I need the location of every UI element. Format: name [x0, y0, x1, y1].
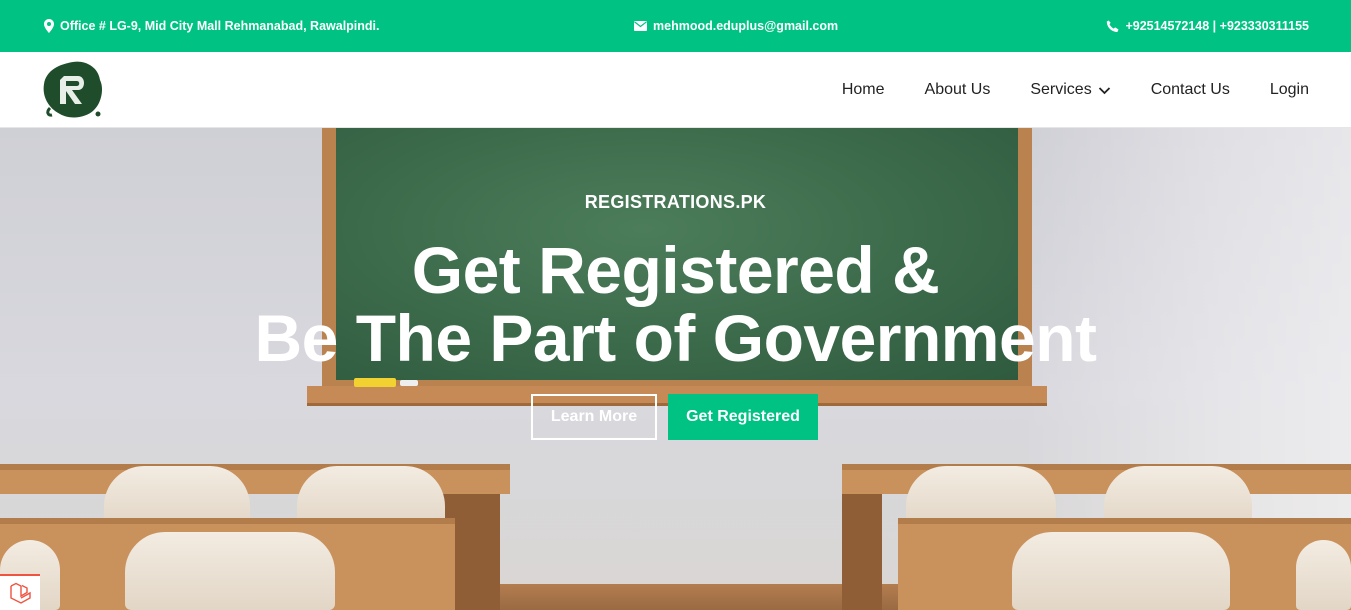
envelope-icon	[634, 21, 647, 31]
hero-title-line-2: Be The Part of Government	[254, 301, 1098, 375]
get-registered-button[interactable]: Get Registered	[668, 394, 818, 440]
nav-contact-us[interactable]: Contact Us	[1151, 81, 1230, 99]
chair-left-back-2	[297, 466, 445, 526]
email-text[interactable]: mehmood.eduplus@gmail.com	[653, 19, 838, 33]
chalk-yellow	[354, 378, 396, 387]
map-marker-icon	[44, 19, 54, 33]
office-address: Office # LG-9, Mid City Mall Rehmanabad,…	[44, 0, 380, 52]
hero-title: Get Registered & Be The Part of Governme…	[0, 236, 1351, 372]
email-contact[interactable]: mehmood.eduplus@gmail.com	[634, 0, 838, 52]
phone-contact[interactable]: +92514572148 | +923330311155	[1106, 0, 1309, 52]
chalk-white	[400, 380, 418, 386]
desk-right-back-side	[842, 494, 882, 610]
nav-about-us[interactable]: About Us	[925, 81, 991, 99]
nav-login[interactable]: Login	[1270, 81, 1309, 99]
laravel-debug-icon[interactable]	[0, 574, 40, 610]
nav-home[interactable]: Home	[842, 81, 885, 99]
hero-section: REGISTRATIONS.PK Get Registered & Be The…	[0, 128, 1351, 610]
chevron-down-icon	[1098, 84, 1111, 97]
phone-icon	[1106, 20, 1119, 33]
chair-right-back-2	[1104, 466, 1252, 526]
nav-services-label: Services	[1030, 81, 1092, 98]
chair-right-front-2	[1296, 540, 1351, 610]
nav-menu: Home About Us Services Contact Us Login	[842, 52, 1309, 128]
hero-title-line-1: Get Registered &	[411, 233, 940, 307]
chair-left-front-1	[125, 532, 335, 610]
chair-right-back-1	[906, 466, 1056, 526]
nav-services[interactable]: Services	[1030, 81, 1110, 99]
top-info-bar: Office # LG-9, Mid City Mall Rehmanabad,…	[0, 0, 1351, 52]
address-text: Office # LG-9, Mid City Mall Rehmanabad,…	[60, 19, 380, 33]
hero-subtitle: REGISTRATIONS.PK	[584, 192, 767, 212]
chair-right-front-1	[1012, 532, 1230, 610]
chair-left-back-1	[104, 466, 250, 526]
phone-text[interactable]: +92514572148 | +923330311155	[1125, 19, 1309, 33]
learn-more-button[interactable]: Learn More	[531, 394, 657, 440]
main-navbar: Home About Us Services Contact Us Login	[0, 52, 1351, 128]
registrations-logo-icon[interactable]	[40, 58, 106, 122]
